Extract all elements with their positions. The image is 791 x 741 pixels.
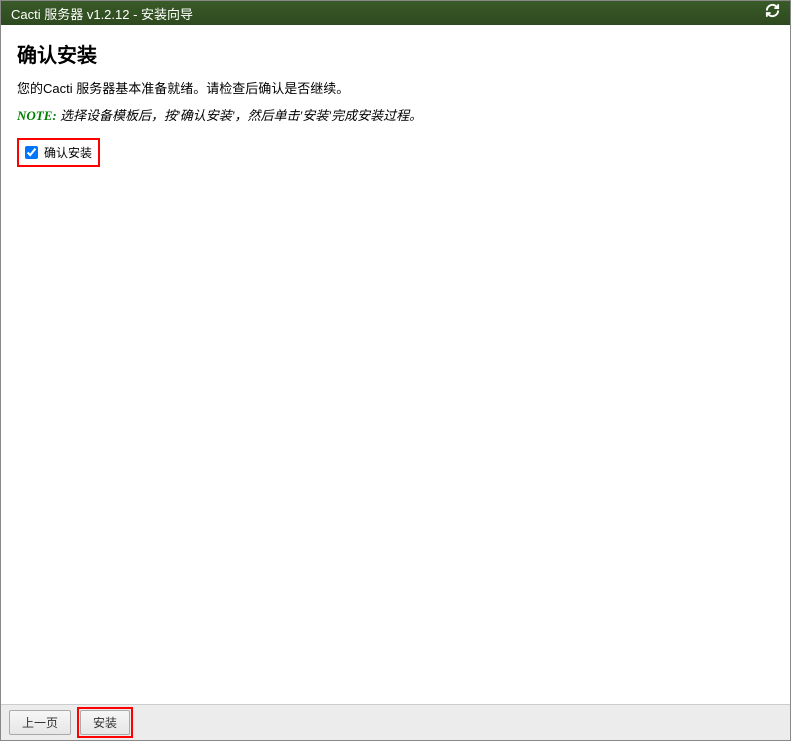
previous-button[interactable]: 上一页 — [9, 710, 71, 735]
confirm-install-label[interactable]: 确认安装 — [44, 144, 92, 161]
footer-bar: 上一页 安装 — [1, 704, 790, 740]
note-text: 选择设备模板后，按'确认安装'，然后单击'安装'完成安装过程。 — [60, 108, 422, 123]
note-line: NOTE: 选择设备模板后，按'确认安装'，然后单击'安装'完成安装过程。 — [17, 105, 774, 124]
install-highlight: 安装 — [77, 707, 133, 738]
description-text: 您的Cacti 服务器基本准备就绪。请检查后确认是否继续。 — [17, 78, 774, 97]
window-title: Cacti 服务器 v1.2.12 - 安装向导 — [11, 4, 193, 23]
page-heading: 确认安装 — [17, 39, 774, 68]
refresh-icon[interactable] — [765, 3, 780, 23]
content-area: 确认安装 您的Cacti 服务器基本准备就绪。请检查后确认是否继续。 NOTE:… — [1, 25, 790, 704]
confirm-install-checkbox[interactable] — [25, 146, 38, 159]
title-bar: Cacti 服务器 v1.2.12 - 安装向导 — [1, 1, 790, 25]
install-button[interactable]: 安装 — [80, 710, 130, 735]
confirm-install-row[interactable]: 确认安装 — [17, 138, 100, 167]
wizard-container: Cacti 服务器 v1.2.12 - 安装向导 确认安装 您的Cacti 服务… — [0, 0, 791, 741]
note-label: NOTE: — [17, 108, 57, 123]
